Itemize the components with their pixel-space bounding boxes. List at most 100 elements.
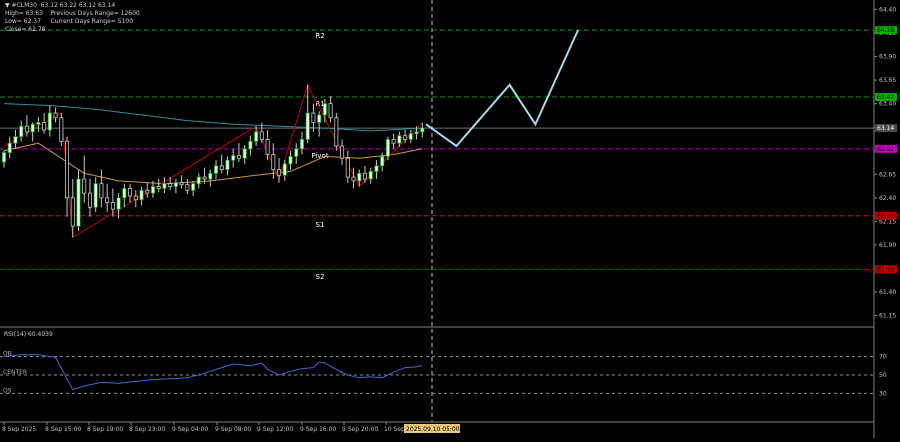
candle-body [242, 148, 247, 159]
candle-body [42, 122, 47, 131]
candle [7, 136, 12, 159]
candle [65, 136, 70, 217]
candle-body [362, 172, 367, 180]
candle-body [236, 155, 241, 159]
level-price-tag-label: 61.64 [877, 266, 894, 273]
price-tick-label: 62.40 [879, 195, 896, 202]
rsi-tick-label: 30 [879, 390, 887, 397]
candle [225, 156, 230, 176]
candle [277, 158, 282, 183]
candle-body [271, 154, 276, 170]
candle-body [231, 155, 236, 161]
candle-body [202, 176, 207, 180]
candle-body [368, 171, 373, 180]
price-tick-label: 63.65 [879, 77, 896, 84]
candle-body [53, 112, 58, 119]
candle [368, 167, 373, 184]
time-tick-label: 8 Sep 2025 [2, 426, 36, 433]
candle-body [196, 176, 201, 185]
candle-body [128, 188, 133, 197]
candle [299, 131, 304, 155]
time-tick-label: 9 Sep 08:00 [215, 426, 251, 433]
candle [99, 169, 104, 208]
candle [385, 136, 390, 161]
candle-body [185, 184, 190, 191]
close-line: Close= 62.78 [5, 26, 46, 33]
candle-body [219, 165, 224, 170]
candle [345, 150, 350, 183]
candle [420, 122, 425, 138]
candle [105, 183, 110, 212]
rsi-zone-label: CENTER [3, 369, 27, 376]
candle-body [265, 139, 270, 155]
candle-body [168, 183, 173, 187]
candle-body [2, 152, 7, 163]
candle [328, 96, 333, 123]
candle-body [351, 176, 356, 182]
candle-body [99, 183, 104, 199]
candle-body [248, 140, 253, 150]
candle-body [385, 139, 390, 157]
candle-body [76, 178, 81, 227]
candle [82, 155, 87, 203]
candle-body [357, 172, 362, 182]
low-range-line: Low= 62.37 Current Days Range= 5100 [5, 18, 134, 25]
candle-body [277, 169, 282, 176]
time-tick-label: 8 Sep 23:00 [129, 426, 165, 433]
axes-frame [0, 0, 875, 438]
candle [196, 173, 201, 189]
candle [93, 177, 98, 212]
candle-body [282, 163, 287, 176]
candle [59, 113, 64, 147]
candle [185, 178, 190, 195]
candle-body [311, 112, 316, 123]
candle-body [116, 197, 121, 210]
candle-body [414, 131, 419, 135]
time-tick-label: 9 Sep 04:00 [172, 426, 208, 433]
candle-body [47, 112, 52, 131]
candle-body [173, 182, 178, 187]
candle [122, 183, 127, 208]
time-tick-label: 8 Sep 15:00 [45, 426, 81, 433]
candle-body [345, 157, 350, 178]
candle [116, 193, 121, 219]
candle-body [299, 139, 304, 150]
rsi-panel: OBCENTEROSRSI(14) 60.4939 [0, 331, 874, 394]
candlestick-series [2, 84, 425, 238]
candle-body [288, 155, 293, 165]
candle-body [408, 133, 413, 140]
level-price-tag-label: 62.92 [877, 146, 894, 153]
time-tick-label: 9 Sep 20:00 [342, 426, 378, 433]
candle [19, 120, 24, 142]
high-range-line: High= 63.63 Previous Days Range= 12600 [5, 10, 140, 17]
candle [139, 186, 144, 206]
ma-fast-line [3, 103, 423, 132]
pivot-levels: R2R1PivotS1S2 [0, 29, 874, 281]
price-chart[interactable]: R2R1PivotS1S2 OBCENTEROSRSI(14) 60.4939 … [0, 0, 900, 438]
candle-body [259, 131, 264, 140]
candle-body [70, 197, 75, 227]
candle-body [191, 183, 196, 191]
candle [214, 160, 219, 179]
candle-body [13, 136, 18, 144]
candle [145, 182, 150, 198]
candle [208, 169, 213, 187]
chart-window: R2 R1 Pivot S1 S2 OB CENTER OS RSI(14) 60.4939 … [0, 0, 900, 438]
candle [13, 130, 18, 149]
time-tick-label: 8 Sep 19:00 [87, 426, 123, 433]
candle [76, 169, 81, 231]
candle-body [7, 142, 12, 154]
candle-body [317, 114, 322, 123]
candle-body [59, 117, 64, 142]
candle [391, 133, 396, 149]
candle-body [122, 188, 127, 199]
level-name-s1: S1 [316, 221, 325, 229]
candle [53, 107, 58, 123]
candle [179, 175, 184, 189]
time-tick-label: 9 Sep 12:00 [257, 426, 293, 433]
candle-body [403, 135, 408, 140]
level-name-r2: R2 [315, 32, 324, 40]
candle-body [93, 183, 98, 208]
price-tick-label: 64.40 [879, 6, 896, 13]
candle-body [397, 135, 402, 144]
